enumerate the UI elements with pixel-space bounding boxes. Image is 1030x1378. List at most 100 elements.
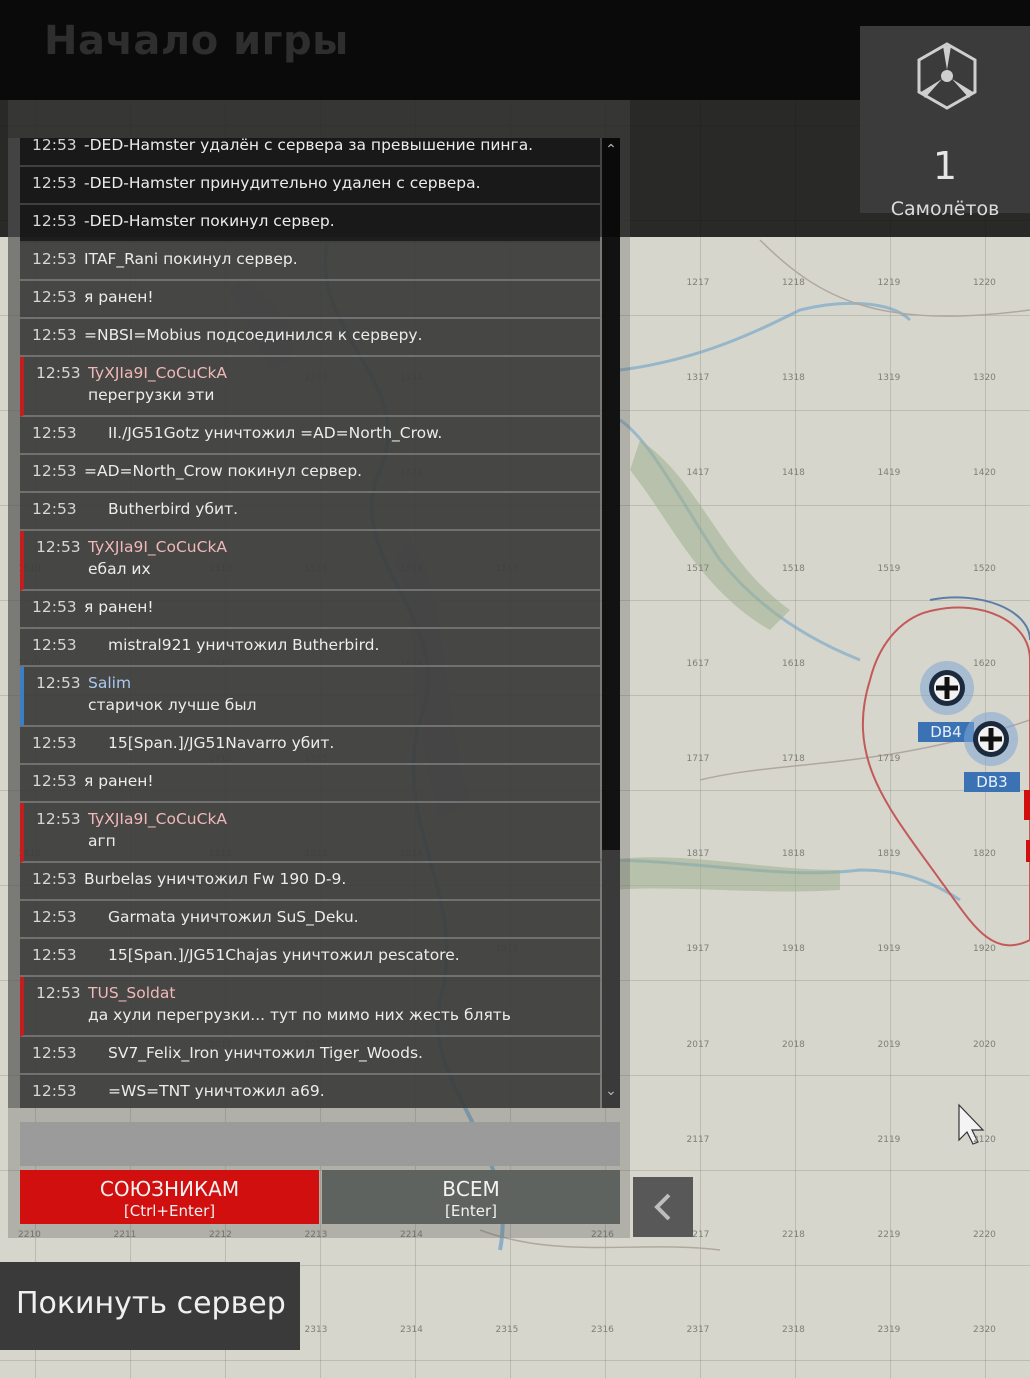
aircraft-marker-icon[interactable] xyxy=(961,709,1021,769)
chat-message-time: 12:53 xyxy=(32,138,77,154)
grid-label: 2314 xyxy=(400,1325,423,1336)
chat-message: 12:53 ITAF_Rani покинул сервер. xyxy=(20,243,600,281)
chat-message: 12:53 mistral921 уничтожил Butherbird. xyxy=(20,629,600,667)
chat-message-time: 12:53 xyxy=(32,598,77,616)
chat-message-sender[interactable]: TUS_Soldat xyxy=(88,984,175,1002)
chat-message-time: 12:53 xyxy=(36,364,81,382)
chat-message: 12:53 -DED-Hamster принудительно удален с… xyxy=(20,167,600,205)
chat-message-text: Garmata уничтожил SuS_Deku. xyxy=(108,908,359,926)
chat-message: 12:53 Butherbird убит. xyxy=(20,493,600,531)
grid-label: 1220 xyxy=(973,278,996,288)
grid-label: 2019 xyxy=(877,1039,901,1050)
chat-message: 12:53 15[Span.]/JG51Chajas уничтожил pesc… xyxy=(20,939,600,977)
grid-label: 2120 xyxy=(973,1134,996,1145)
chat-message-time: 12:53 xyxy=(36,674,81,692)
chat-message-text: да хули перегрузки... тут по мимо них же… xyxy=(88,1006,511,1024)
scroll-down-icon[interactable]: ⌄ xyxy=(602,1083,620,1099)
chat-message-time: 12:53 xyxy=(32,212,77,230)
chat-log[interactable]: 12:53 -DED-Hamster удалён с сервера за пр… xyxy=(8,138,620,1108)
chat-scroll-thumb[interactable] xyxy=(602,850,620,1108)
chat-message: 12:53 я ранен! xyxy=(20,591,600,629)
chat-message-text: я ранен! xyxy=(84,598,154,616)
chat-message-time: 12:53 xyxy=(32,946,77,964)
grid-label: 1417 xyxy=(686,468,710,479)
grid-label: 2317 xyxy=(686,1325,710,1336)
grid-label: 2319 xyxy=(877,1325,901,1336)
chat-message-time: 12:53 xyxy=(32,908,77,926)
scroll-up-icon[interactable]: ⌃ xyxy=(602,142,620,158)
chat-message-time: 12:53 xyxy=(32,424,77,442)
chat-message: 12:53 =WS=TNT уничтожил a69. xyxy=(20,1075,600,1108)
chat-message-sender[interactable]: TyXJIa9I_CoCuCkA xyxy=(88,810,227,828)
chat-message-text: я ранен! xyxy=(84,772,154,790)
grid-label: 1618 xyxy=(782,658,805,669)
grid-label: 2316 xyxy=(591,1325,614,1336)
grid-label: 1418 xyxy=(782,468,805,479)
chat-message-time: 12:53 xyxy=(32,734,77,752)
chat-message: 12:53 TyXJIa9I_CoCuCkA агп xyxy=(20,803,600,863)
grid-label: 1717 xyxy=(686,754,710,764)
chat-message-text: старичок лучше был xyxy=(88,696,257,714)
chat-message-text: перегрузки эти xyxy=(88,386,215,404)
chat-message: 12:53 SV7_Felix_Iron уничтожил Tiger_Wood… xyxy=(20,1037,600,1075)
collapse-chat-button[interactable] xyxy=(633,1177,693,1237)
grid-label: 1918 xyxy=(782,944,805,955)
unit-label: DB3 xyxy=(964,772,1020,792)
grid-label: 1518 xyxy=(782,563,805,574)
chat-message-time: 12:53 xyxy=(36,984,81,1002)
chat-message: 12:53 Salim старичок лучше был xyxy=(20,667,600,727)
grid-label: 1617 xyxy=(686,658,710,669)
grid-label: 1318 xyxy=(782,373,805,384)
send-allies-button[interactable]: СОЮЗНИКАМ [Ctrl+Enter] xyxy=(20,1170,319,1224)
chat-message: 12:53 15[Span.]/JG51Navarro убит. xyxy=(20,727,600,765)
grid-label: 2218 xyxy=(782,1230,805,1240)
chat-message: 12:53 II./JG51Gotz уничтожил =AD=North_Cr… xyxy=(20,417,600,455)
chat-message-time: 12:53 xyxy=(36,810,81,828)
chat-scrollbar[interactable]: ⌃ ⌄ xyxy=(602,138,620,1108)
chat-message-time: 12:53 xyxy=(32,500,77,518)
propeller-icon xyxy=(917,42,977,110)
chat-message-text: =AD=North_Crow покинул сервер. xyxy=(84,462,363,480)
grid-label: 2018 xyxy=(782,1039,805,1050)
grid-label: 1320 xyxy=(973,373,996,384)
grid-label: 1217 xyxy=(686,278,710,288)
chat-message-time: 12:53 xyxy=(32,870,77,888)
chat-message-text: -DED-Hamster принудительно удален с серв… xyxy=(84,174,481,192)
chat-message-time: 12:53 xyxy=(32,1082,77,1100)
chat-message-sender[interactable]: TyXJIa9I_CoCuCkA xyxy=(88,364,227,382)
send-all-button[interactable]: ВСЕМ [Enter] xyxy=(322,1170,620,1224)
chat-message-time: 12:53 xyxy=(32,1044,77,1062)
grid-label: 2318 xyxy=(782,1325,805,1336)
send-allies-label: СОЮЗНИКАМ xyxy=(99,1177,240,1201)
grid-label: 2315 xyxy=(495,1325,519,1336)
chat-message-time: 12:53 xyxy=(32,772,77,790)
leave-server-button[interactable]: Покинуть сервер xyxy=(0,1262,300,1350)
chat-message: 12:53 Garmata уничтожил SuS_Deku. xyxy=(20,901,600,939)
chat-message-text: 15[Span.]/JG51Chajas уничтожил pescatore… xyxy=(108,946,460,964)
grid-label: 2320 xyxy=(973,1325,996,1336)
grid-label: 1218 xyxy=(782,278,805,288)
planes-label: Самолётов xyxy=(890,198,1000,220)
chat-message: 12:53 TUS_Soldat да хули перегрузки... тут… xyxy=(20,977,600,1037)
chat-message: 12:53 Burbelas уничтожил Fw 190 D-9. xyxy=(20,863,600,901)
grid-label: 1219 xyxy=(877,278,901,288)
chevron-left-icon xyxy=(654,1193,671,1221)
chat-message-sender[interactable]: Salim xyxy=(88,674,131,692)
chat-input[interactable] xyxy=(20,1122,620,1166)
grid-label: 1819 xyxy=(877,849,901,860)
grid-label: 2220 xyxy=(973,1230,996,1240)
chat-message-text: SV7_Felix_Iron уничтожил Tiger_Woods. xyxy=(108,1044,423,1062)
chat-message-text: 15[Span.]/JG51Navarro убит. xyxy=(108,734,335,752)
chat-message: 12:53 =AD=North_Crow покинул сервер. xyxy=(20,455,600,493)
grid-label: 1317 xyxy=(686,373,710,384)
chat-message-sender[interactable]: TyXJIa9I_CoCuCkA xyxy=(88,538,227,556)
grid-label: 1718 xyxy=(782,754,805,764)
chat-message: 12:53 я ранен! xyxy=(20,765,600,803)
chat-message-text: -DED-Hamster удалён с сервера за превыше… xyxy=(84,138,534,154)
grid-label: 1919 xyxy=(877,944,901,955)
chat-message: 12:53 =NBSI=Mobius подсоединился к сервер… xyxy=(20,319,600,357)
chat-message-text: Burbelas уничтожил Fw 190 D-9. xyxy=(84,870,347,888)
chat-message-text: ебал их xyxy=(88,560,151,578)
planes-count: 1 xyxy=(932,144,958,188)
planes-counter-panel[interactable]: 1 Самолётов xyxy=(860,26,1030,220)
